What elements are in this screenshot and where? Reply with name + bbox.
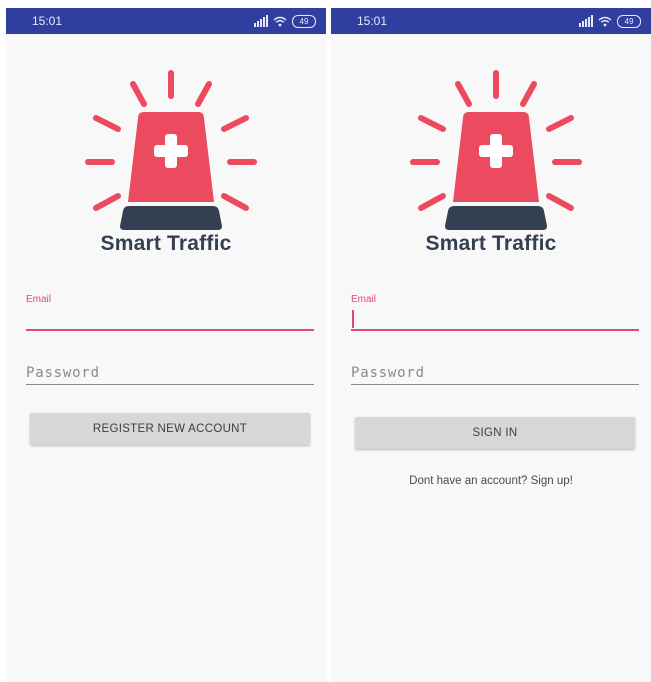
email-label: Email [351, 294, 377, 305]
sign-up-link[interactable]: Dont have an account? Sign up! [331, 475, 651, 487]
register-new-account-button[interactable]: REGISTER NEW ACCOUNT [30, 413, 310, 445]
status-icons: 49 [579, 12, 641, 30]
password-input[interactable] [351, 361, 639, 385]
status-bar: 15:01 49 [331, 8, 651, 34]
text-cursor [352, 310, 354, 328]
wifi-icon [598, 16, 612, 27]
status-icons: 49 [254, 12, 316, 30]
app-title: Smart Traffic [100, 232, 232, 255]
status-time: 15:01 [357, 14, 388, 28]
email-label: Email [26, 294, 52, 305]
password-field [351, 361, 639, 385]
signal-icon [254, 15, 268, 27]
siren-medical-cross-icon [76, 66, 266, 238]
email-field: Email [351, 294, 639, 331]
sign-in-button[interactable]: SIGN IN [355, 417, 635, 449]
password-field [26, 361, 314, 385]
battery-icon: 49 [617, 14, 641, 28]
password-input[interactable] [26, 361, 314, 385]
sign-in-screen: 15:01 49 Smart Traffic Email SIGN IN Don… [331, 8, 651, 682]
signal-icon [579, 15, 593, 27]
status-time: 15:01 [32, 14, 63, 28]
app-title: Smart Traffic [425, 232, 557, 255]
battery-icon: 49 [292, 14, 316, 28]
register-screen: 15:01 49 Smart Traffic Email REGISTER NE… [6, 8, 326, 682]
email-field: Email [26, 294, 314, 331]
siren-medical-cross-icon [401, 66, 591, 238]
email-input[interactable] [351, 307, 639, 331]
status-bar: 15:01 49 [6, 8, 326, 34]
wifi-icon [273, 16, 287, 27]
email-input[interactable] [26, 307, 314, 331]
